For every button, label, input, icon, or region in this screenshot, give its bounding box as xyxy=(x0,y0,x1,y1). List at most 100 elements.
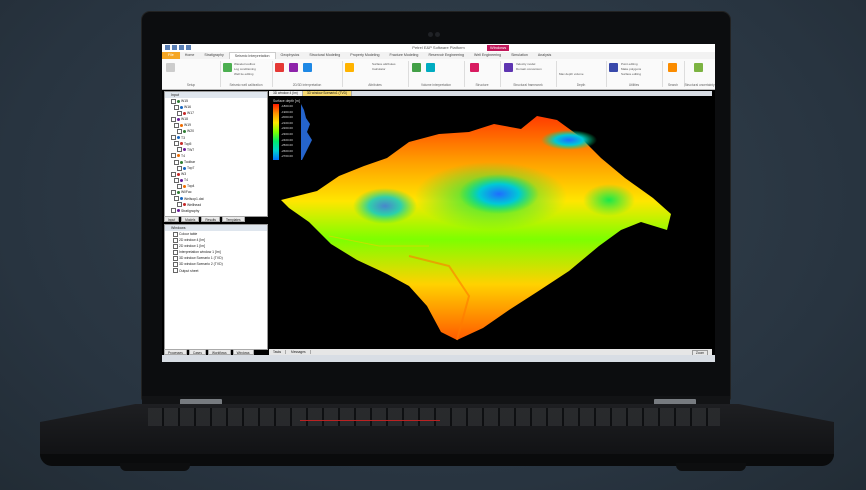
checkbox-icon[interactable] xyxy=(174,122,179,128)
item-type-icon xyxy=(183,166,186,170)
item-type-icon xyxy=(183,111,186,115)
left-foot xyxy=(120,463,190,471)
windows-tree-item-label: 2D window 4 [Im] xyxy=(179,238,206,243)
volume-icon[interactable] xyxy=(426,63,435,72)
laptop-screen: Petrel E&P Software Platform Windows Fil… xyxy=(162,44,715,362)
fault-icon[interactable] xyxy=(504,63,513,72)
input-tree-item-label: T3 xyxy=(181,135,185,140)
checkbox-icon[interactable] xyxy=(171,208,176,214)
item-type-icon xyxy=(180,142,183,146)
checkbox-icon[interactable] xyxy=(171,116,176,122)
checkbox-icon[interactable] xyxy=(171,171,176,177)
ribbon-group-volume-interpretation: Volume interpretation xyxy=(408,61,465,87)
tab-input[interactable]: Input xyxy=(164,216,180,222)
seismic-interpretation-icon[interactable] xyxy=(289,63,298,72)
volume-attributes-icon[interactable] xyxy=(345,63,354,72)
checkbox-icon[interactable] xyxy=(171,135,176,141)
tab-structural-modeling[interactable]: Structural Modeling xyxy=(304,52,345,59)
checkbox-icon[interactable] xyxy=(173,231,178,237)
input-tree-item-label: TW7 xyxy=(187,147,195,152)
input-tree: W15 W16 W17 W18 W19 W20 T3 Top5 TW7 T4 Toolbar Top7… xyxy=(165,98,267,214)
tab-results[interactable]: Results xyxy=(201,216,221,222)
point-editing-button[interactable]: Point editing xyxy=(621,63,638,66)
checkbox-icon[interactable] xyxy=(177,147,182,153)
checkbox-icon[interactable] xyxy=(174,159,179,165)
surface-editing-button[interactable]: Surface editing xyxy=(621,73,641,76)
setup-icon[interactable] xyxy=(166,63,175,72)
3d-viewport[interactable]: Surface depth [m] -1800.00 -1900.00 -2000.… xyxy=(269,96,712,349)
input-tree-item-label: Top4 xyxy=(187,184,195,189)
max-depth-volume-button[interactable]: Max depth volume xyxy=(559,73,584,76)
checkbox-icon[interactable] xyxy=(173,237,178,243)
checkbox-icon[interactable] xyxy=(171,153,176,159)
input-tree-item[interactable]: Stratigraphy xyxy=(165,208,267,214)
horizon-icon[interactable] xyxy=(303,63,312,72)
checkbox-icon[interactable] xyxy=(174,104,179,110)
checkbox-icon[interactable] xyxy=(174,196,179,202)
tab-home[interactable]: Home xyxy=(180,52,200,59)
checkbox-icon[interactable] xyxy=(173,249,178,255)
uncertainty-icon[interactable] xyxy=(694,63,703,72)
tab-fracture-modeling[interactable]: Fracture Modeling xyxy=(384,52,423,59)
input-tree-item-label: Wellsop1.dat xyxy=(184,196,204,201)
tab-geophysics[interactable]: Geophysics xyxy=(276,52,305,59)
item-type-icon xyxy=(183,148,186,152)
tab-analysis[interactable]: Analysis xyxy=(533,52,556,59)
tab-models[interactable]: Models xyxy=(181,216,200,222)
camera-sensor-icon xyxy=(435,32,440,37)
tab-templates[interactable]: Templates xyxy=(222,216,245,222)
checkbox-icon[interactable] xyxy=(177,129,182,135)
item-type-icon xyxy=(183,184,186,188)
bottom-bezel-strip xyxy=(162,355,715,362)
geobody-icon[interactable] xyxy=(412,63,421,72)
checkbox-icon[interactable] xyxy=(171,98,176,104)
item-type-icon xyxy=(180,160,183,164)
tab-reservoir-engineering[interactable]: Reservoir Engineering xyxy=(423,52,469,59)
webcam xyxy=(428,32,442,38)
calculator-button[interactable]: Calculator xyxy=(372,68,386,71)
tab-tasks[interactable]: Tasks xyxy=(269,350,287,354)
windows-tree-item-label: Colour table xyxy=(179,232,198,236)
tab-property-modeling[interactable]: Property Modeling xyxy=(345,52,384,59)
tab-messages[interactable]: Messages xyxy=(287,350,311,354)
windows-tree: Colour table 2D window 4 [Im] 2D window 1 … xyxy=(165,231,267,274)
velocity-model-button[interactable]: Velocity model xyxy=(516,63,535,66)
windows-tree-item-label: 2D window 1 [Im] xyxy=(179,244,206,249)
item-type-icon xyxy=(177,209,180,213)
input-tree-item-label: T4 xyxy=(184,178,188,183)
checkbox-icon[interactable] xyxy=(174,141,179,147)
checkbox-icon[interactable] xyxy=(173,255,178,261)
log-conditioning-button[interactable]: Log conditioning xyxy=(234,68,256,71)
item-type-icon xyxy=(183,203,186,207)
search-icon[interactable] xyxy=(668,63,677,72)
tab-simulation[interactable]: Simulation xyxy=(506,52,533,59)
tab-well-engineering[interactable]: Well Engineering xyxy=(469,52,506,59)
checkbox-icon[interactable] xyxy=(177,165,182,171)
insert-icon[interactable] xyxy=(275,63,284,72)
checkbox-icon[interactable] xyxy=(177,183,182,189)
surface-attributes-button[interactable]: Surface attributes xyxy=(372,63,396,66)
checkbox-icon[interactable] xyxy=(177,202,182,208)
input-tree-item-label: W19 xyxy=(184,123,191,128)
file-menu-button[interactable]: File xyxy=(162,52,180,59)
checkbox-icon[interactable] xyxy=(177,110,182,116)
well-tie-editing-button[interactable]: Well tie editing xyxy=(234,73,253,76)
make-polygons-button[interactable]: Make polygons xyxy=(621,68,641,71)
make-surface-icon[interactable] xyxy=(609,63,618,72)
windows-tree-item-label: Interpretation window 1 [Im] xyxy=(179,250,221,255)
input-tree-item-label: Top7 xyxy=(187,166,195,171)
checkbox-icon[interactable] xyxy=(173,268,178,274)
tab-stratigraphy[interactable]: Stratigraphy xyxy=(199,52,228,59)
well-tie-icon[interactable] xyxy=(223,63,232,72)
domain-conversion-button[interactable]: Domain conversion xyxy=(516,68,542,71)
checkbox-icon[interactable] xyxy=(173,243,178,249)
structure-icon[interactable] xyxy=(470,63,479,72)
ribbon-group-depth: Max depth volume Depth xyxy=(556,61,607,87)
checkbox-icon[interactable] xyxy=(171,190,176,196)
wavelet-toolbox-button[interactable]: Wavelet toolbox xyxy=(234,63,255,66)
item-type-icon xyxy=(177,154,180,158)
tab-seismic-interpretation[interactable]: Seismic Interpretation xyxy=(228,52,276,59)
windows-tree-item[interactable]: Output sheet xyxy=(165,268,267,274)
checkbox-icon[interactable] xyxy=(173,262,178,268)
checkbox-icon[interactable] xyxy=(174,177,179,183)
